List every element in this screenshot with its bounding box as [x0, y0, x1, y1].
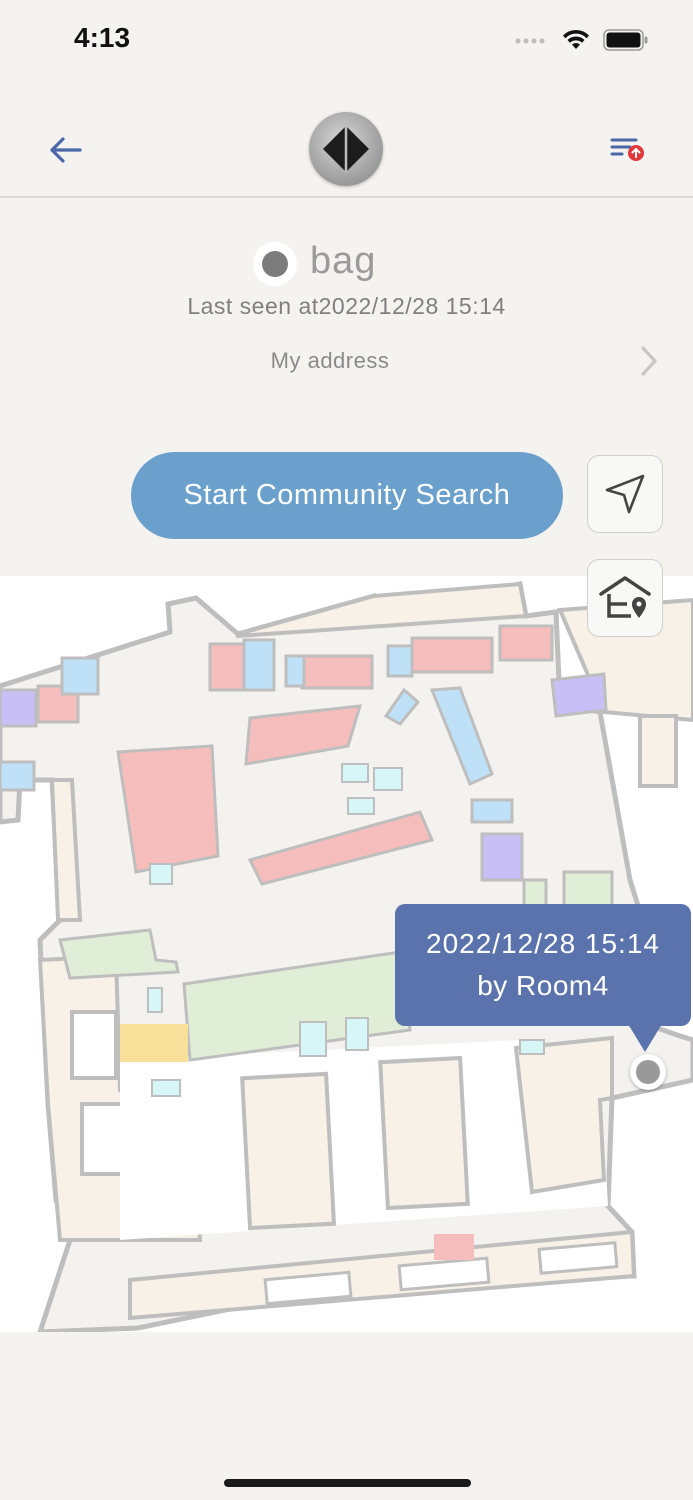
marker-dot — [636, 1060, 660, 1084]
my-location-button[interactable] — [587, 455, 663, 533]
navigation-arrow-icon — [605, 474, 645, 514]
address-row[interactable]: My address — [0, 348, 660, 374]
tooltip-pointer — [628, 1024, 662, 1052]
filter-alert-icon — [610, 138, 644, 161]
item-location-marker[interactable] — [630, 1054, 666, 1090]
item-status-dot — [262, 251, 288, 277]
item-status-indicator — [253, 242, 297, 286]
signal-icon — [515, 38, 545, 44]
logo-icon — [323, 126, 369, 172]
filter-button[interactable] — [606, 132, 650, 168]
status-icons — [515, 26, 649, 54]
battery-icon — [603, 29, 648, 51]
arrow-left-icon — [50, 137, 82, 163]
home-location-icon — [599, 576, 651, 618]
location-tooltip: 2022/12/28 15:14 by Room4 — [395, 904, 691, 1026]
home-indicator[interactable] — [224, 1479, 471, 1487]
tooltip-time: 2022/12/28 15:14 — [426, 928, 660, 959]
chevron-right-icon[interactable] — [636, 344, 662, 378]
last-seen-text: Last seen at2022/12/28 15:14 — [187, 293, 506, 319]
start-community-search-button[interactable]: Start Community Search — [131, 452, 563, 539]
home-location-button[interactable] — [587, 559, 663, 637]
tooltip-source: by Room4 — [477, 970, 609, 1001]
app-logo — [309, 112, 383, 186]
status-time: 4:13 — [74, 22, 131, 53]
back-button[interactable] — [44, 130, 88, 170]
wifi-icon — [563, 29, 589, 49]
item-name: bag — [310, 240, 377, 282]
